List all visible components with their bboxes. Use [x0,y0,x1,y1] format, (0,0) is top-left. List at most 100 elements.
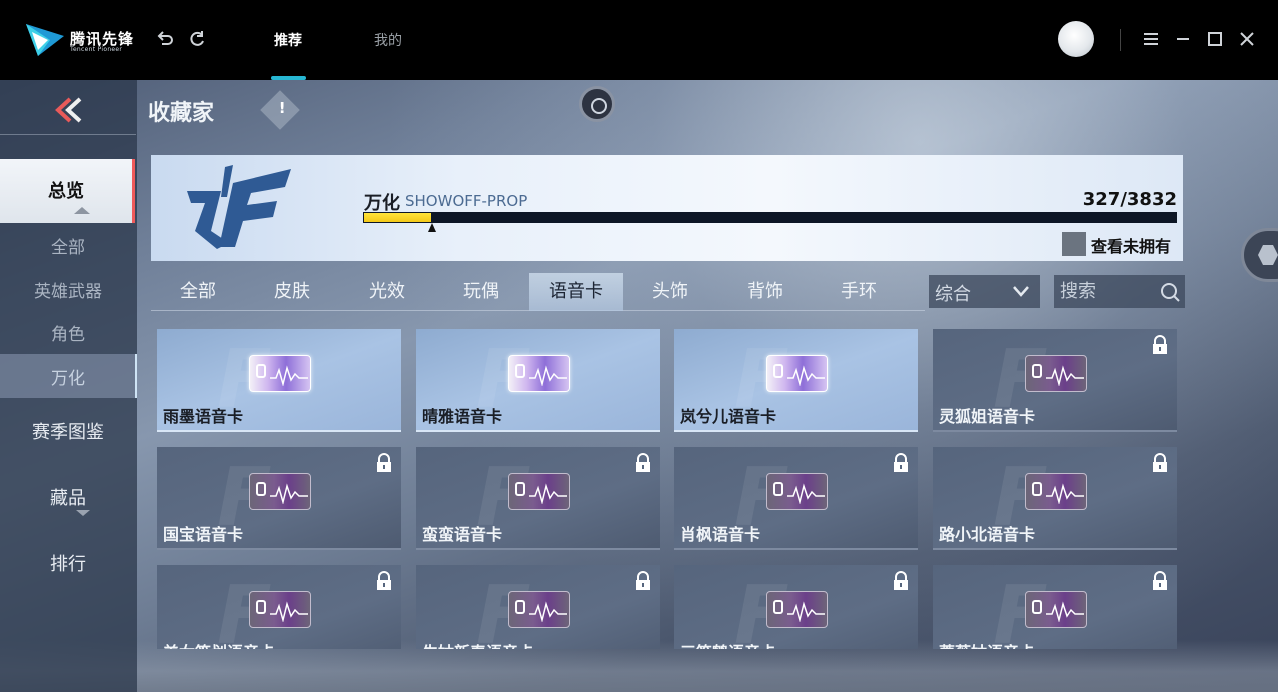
voice-card-name: 蛮蛮语音卡 [422,525,503,544]
voice-card-name: 国宝语音卡 [163,525,244,544]
voice-card-icon [766,473,828,510]
menu-icon[interactable] [1140,28,1162,50]
voice-card-name: 肖枫语音卡 [680,525,761,544]
voice-card-name: 晴雅语音卡 [422,407,503,426]
waveform-icon [787,483,825,504]
sidebar-item-label: 总览 [48,181,84,202]
side-expand-button[interactable] [1241,228,1278,282]
cf-emblem-icon [187,165,291,249]
waveform-icon [1046,483,1084,504]
mic-icon [515,600,525,614]
voice-card-icon [1025,591,1087,628]
maximize-icon[interactable] [1204,28,1226,50]
mic-icon [1032,600,1042,614]
mic-icon [256,600,266,614]
app-titlebar: 腾讯先锋 Tencent Pioneer 推荐 我的 [0,0,1278,80]
voice-card[interactable]: F 灵狐姐语音卡 [933,329,1177,432]
voice-card[interactable]: F 蛮蛮语音卡 [416,447,660,550]
undo-icon[interactable] [154,28,176,50]
tab-dolls[interactable]: 玩偶 [434,273,528,311]
sidebar-subitem-hero-weapons[interactable]: 英雄武器 [0,277,136,302]
voice-card-icon [766,355,828,392]
voice-card[interactable]: F 雨墨语音卡 [157,329,401,432]
tab-effects[interactable]: 光效 [340,273,434,311]
voice-card[interactable]: F 美女策划语音卡 [157,565,401,649]
tab-mine[interactable]: 我的 [374,30,402,50]
voice-card-name: 雨墨语音卡 [163,407,244,426]
tab-recommend[interactable]: 推荐 [274,30,302,50]
voice-card-icon [508,473,570,510]
minimize-icon[interactable] [1172,28,1194,50]
voice-card[interactable]: F 路小北语音卡 [933,447,1177,550]
sort-selected-value: 综合 [935,284,971,305]
progress-marker-icon [428,223,436,232]
tab-headwear[interactable]: 头饰 [623,273,717,311]
tab-backwear[interactable]: 背饰 [718,273,812,311]
sidebar-subitem-all[interactable]: 全部 [0,233,136,258]
voice-card-name: 灵狐姐语音卡 [939,407,1036,426]
sort-dropdown[interactable]: 综合 [929,275,1040,308]
waveform-icon [270,483,308,504]
chevron-down-icon [1013,286,1029,297]
voice-card-icon [508,355,570,392]
info-icon: ! [278,98,286,117]
sidebar-item-collectibles[interactable]: 藏品 [0,484,136,510]
waveform-icon [529,483,567,504]
lock-icon [1153,571,1167,590]
lock-icon [377,571,391,590]
voice-card-name: 蔷薇姑语音卡 [939,639,1035,649]
search-input[interactable] [1054,275,1154,308]
sidebar: 总览 全部 英雄武器 角色 万化 赛季图鉴 藏品 排行 [0,80,137,692]
lock-icon [1153,453,1167,472]
sidebar-item-overview[interactable]: 总览 [0,159,135,223]
sidebar-item-label: 万化 [51,369,85,389]
show-unowned-checkbox[interactable] [1062,232,1086,256]
sidebar-item-season-atlas[interactable]: 赛季图鉴 [0,418,136,444]
voice-card[interactable]: F 三符鹤语音卡 [674,565,918,649]
voice-card[interactable]: F 蔷薇姑语音卡 [933,565,1177,649]
voice-card[interactable]: F 肖枫语音卡 [674,447,918,550]
voice-card-icon [1025,355,1087,392]
refresh-icon[interactable] [186,28,208,50]
mic-icon [256,364,266,378]
voice-card-icon [249,473,311,510]
game-viewport: 总览 全部 英雄武器 角色 万化 赛季图鉴 藏品 排行 收藏家 ! 万化 SHO… [0,80,1278,692]
waveform-icon [1046,365,1084,386]
lock-icon [894,571,908,590]
logo-subtext: Tencent Pioneer [70,46,123,53]
close-icon[interactable] [1236,28,1258,50]
titlebar-divider [1120,29,1121,51]
category-tabs: 全部 皮肤 光效 玩偶 语音卡 头饰 背饰 手环 [151,273,925,311]
lock-icon [636,571,650,590]
mic-icon [515,482,525,496]
tab-skins[interactable]: 皮肤 [245,273,339,311]
voice-card[interactable]: F 国宝语音卡 [157,447,401,550]
tab-voice-cards[interactable]: 语音卡 [529,273,623,311]
lock-icon [894,453,908,472]
expand-arrow-icon [76,510,90,516]
show-unowned-label: 查看未拥有 [1091,237,1172,256]
waveform-icon [270,365,308,386]
user-avatar[interactable] [1058,21,1094,57]
voice-card[interactable]: F 晴雅语音卡 [416,329,660,432]
voice-card[interactable]: F 岚兮儿语音卡 [674,329,918,432]
search-box[interactable] [1054,275,1185,308]
voice-card[interactable]: F 生姑新春语音卡 [416,565,660,649]
floating-menu-button[interactable] [579,86,615,122]
sidebar-subitem-characters[interactable]: 角色 [0,320,136,345]
voice-card-grid: F 雨墨语音卡 F 晴雅语音卡 F 岚兮儿语音卡 F 灵狐姐语音卡 F 国宝语音… [157,329,1179,649]
voice-card-name: 路小北语音卡 [939,525,1036,544]
tencent-pioneer-logo-icon [26,24,64,56]
waveform-icon [787,365,825,386]
info-button[interactable]: ! [260,90,300,130]
search-icon[interactable] [1159,281,1181,303]
tab-bracelets[interactable]: 手环 [812,273,906,311]
back-chevron-icon[interactable] [50,95,86,125]
lock-icon [377,453,391,472]
voice-card-icon [766,591,828,628]
sidebar-subitem-wanhua-active[interactable]: 万化 [0,354,137,398]
waveform-icon [787,601,825,622]
collection-banner: 万化 SHOWOFF-PROP 327/3832 查看未拥有 [151,155,1183,261]
tab-all[interactable]: 全部 [151,273,245,311]
sidebar-item-ranking[interactable]: 排行 [0,550,136,576]
